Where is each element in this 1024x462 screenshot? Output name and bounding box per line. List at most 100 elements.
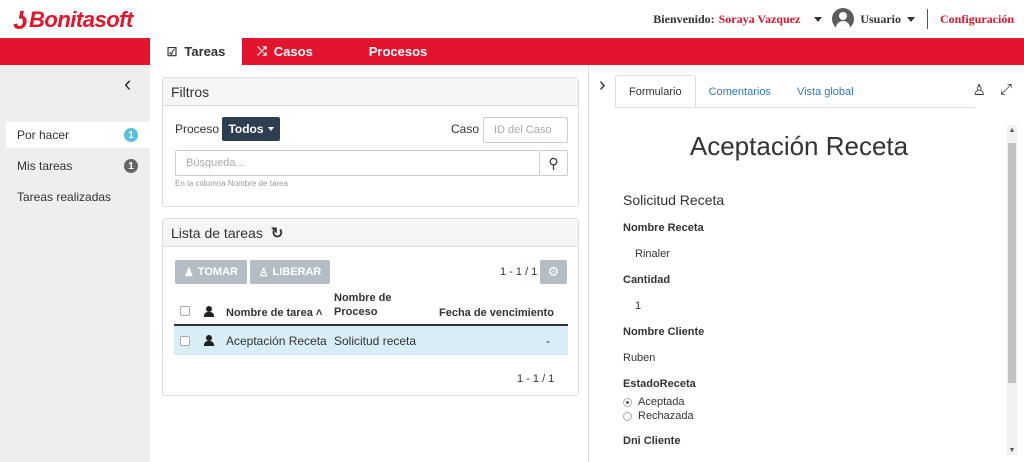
process-label: Proceso: [175, 122, 220, 136]
tab-vista-global[interactable]: Vista global: [784, 75, 867, 108]
scrollbar-thumb[interactable]: [1008, 143, 1016, 383]
profile-selector[interactable]: Usuario: [860, 12, 901, 27]
release-button-label: LIBERAR: [272, 266, 322, 278]
filters-title: Filtros: [171, 83, 210, 100]
radio-label-rechazada: Rechazada: [638, 410, 694, 422]
field-label-cantidad: Cantidad: [623, 274, 671, 286]
radio-label-aceptada: Aceptada: [638, 396, 685, 408]
task-list-panel: Lista de tareas ↻ ♟ TOMAR ♙ LIBERAR 1 - …: [162, 218, 579, 396]
detail-tabs: Formulario Comentarios Vista global: [615, 75, 867, 108]
sidebar-item-tareas-realizadas[interactable]: Tareas realizadas: [6, 184, 150, 210]
column-header-label: Nombre de tarea: [226, 307, 313, 319]
search-button[interactable]: ⚲: [540, 150, 568, 176]
case-label: Caso: [451, 122, 480, 136]
sidebar-item-por-hacer[interactable]: Por hacer 1: [6, 122, 150, 148]
row-checkbox[interactable]: [180, 336, 190, 346]
assignee-column-user-icon: [204, 306, 214, 317]
fullscreen-icon[interactable]: ⤢: [1000, 81, 1012, 99]
header-divider: [926, 9, 928, 29]
user-outline-icon: ♙: [258, 266, 269, 279]
task-detail-panel: › Formulario Comentarios Vista global ♙ …: [588, 65, 1024, 462]
release-button[interactable]: ♙ LIBERAR: [250, 260, 330, 284]
sidebar-item-mis-tareas[interactable]: Mis tareas 1: [6, 153, 150, 179]
sort-ascending-icon: ˄: [315, 307, 323, 319]
scroll-up-icon[interactable]: ▲: [1007, 125, 1017, 135]
shuffle-icon: ⤮: [257, 44, 267, 58]
form-scrollbar[interactable]: ▲ ▼: [1007, 125, 1017, 455]
field-label-nombre-cliente: Nombre Cliente: [623, 326, 705, 338]
user-outline-icon[interactable]: ♙: [973, 81, 986, 99]
username-link[interactable]: Soraya Vazquez: [719, 12, 801, 27]
tab-formulario[interactable]: Formulario: [615, 75, 696, 108]
field-label-dni-cliente: Dni Cliente: [623, 435, 681, 447]
detail-actions: ♙ ⤢: [973, 81, 1012, 99]
welcome-label: Bienvenido:: [653, 11, 715, 26]
select-all-checkbox[interactable]: [180, 306, 190, 316]
brand-name: Bonitasoft: [29, 7, 133, 32]
avatar-icon[interactable]: [832, 8, 855, 30]
collapse-sidebar-chevron-left-icon[interactable]: ‹: [124, 73, 131, 95]
task-list-title: Lista de tareas: [171, 224, 263, 241]
configuration-link[interactable]: Configuración: [940, 12, 1014, 27]
field-value-nombre-cliente: Ruben: [623, 352, 656, 364]
case-id-input[interactable]: ID del Caso: [483, 117, 568, 143]
tabs-divider: [615, 107, 975, 108]
due-date-cell: -: [546, 334, 550, 348]
tab-casos[interactable]: ⤮ Casos: [244, 38, 326, 65]
gear-icon: ⚙: [547, 264, 560, 279]
table-row[interactable]: Aceptación Receta Solicitud receta -: [174, 326, 568, 355]
top-header: ʖ Bonitasoft Bienvenido: Soraya Vazquez …: [0, 0, 1024, 38]
column-header-due-date[interactable]: Fecha de vencimiento: [439, 306, 554, 320]
radio-aceptada[interactable]: [623, 398, 632, 407]
tab-tareas-label: Tareas: [184, 44, 226, 59]
take-button[interactable]: ♟ TOMAR: [175, 260, 247, 284]
refresh-icon[interactable]: ↻: [271, 224, 284, 242]
search-help-text: En la columna Nombre de tarea: [175, 179, 288, 188]
field-value-nombre-receta: Rinaler: [635, 248, 670, 260]
expand-chevron-right-icon[interactable]: ›: [599, 75, 606, 95]
column-header-task-name[interactable]: Nombre de tarea ˄: [226, 306, 322, 320]
tab-procesos-label: Procesos: [368, 44, 428, 59]
bonitasoft-logo-icon: ʖ: [14, 5, 28, 35]
count-badge: 1: [124, 159, 138, 173]
field-label-nombre-receta: Nombre Receta: [623, 222, 704, 234]
process-dropdown-value: Todos: [228, 122, 264, 136]
bonitasoft-logo[interactable]: ʖ Bonitasoft: [14, 6, 133, 34]
pager-top: 1 - 1 / 1: [500, 266, 538, 278]
user-menu-chevron-down-icon[interactable]: [814, 16, 823, 22]
field-value-cantidad: 1: [635, 300, 642, 312]
user-icon: ♟: [183, 266, 194, 279]
scroll-down-icon[interactable]: ▼: [1007, 445, 1017, 455]
filters-panel: Filtros Proceso Todos Caso ID del Caso B…: [162, 77, 579, 207]
assigned-user-icon: [204, 335, 214, 346]
checkbox-icon: ☑: [166, 44, 178, 59]
process-dropdown[interactable]: Todos: [222, 117, 280, 141]
filters-heading: Filtros: [163, 78, 578, 106]
tab-comentarios[interactable]: Comentarios: [696, 75, 784, 108]
task-list-heading: Lista de tareas ↻: [163, 219, 578, 247]
task-name-cell[interactable]: Aceptación Receta: [226, 334, 327, 348]
profile-chevron-down-icon[interactable]: [906, 16, 915, 22]
main-nav: ☑ Tareas ⤮ Casos Procesos: [0, 38, 1024, 65]
form-title: Aceptación Receta: [689, 131, 909, 161]
pager-bottom: 1 - 1 / 1: [517, 373, 555, 385]
task-form: Aceptación Receta Solicitud Receta Nombr…: [589, 109, 1007, 462]
user-area: Bienvenido: Soraya Vazquez Usuario Confi…: [653, 7, 1014, 31]
form-section-title: Solicitud Receta: [623, 192, 725, 208]
sidebar: ‹ Por hacer 1 Mis tareas 1 Tareas realiz…: [0, 65, 150, 462]
take-button-label: TOMAR: [197, 266, 238, 278]
sidebar-item-label: Tareas realizadas: [17, 190, 112, 204]
search-input[interactable]: Búsqueda...: [175, 150, 540, 176]
radio-rechazada[interactable]: [623, 412, 632, 421]
search-icon: ⚲: [548, 154, 559, 171]
task-list-column: Filtros Proceso Todos Caso ID del Caso B…: [150, 65, 588, 462]
chevron-down-icon: [267, 127, 274, 131]
sidebar-item-label: Mis tareas: [17, 159, 73, 173]
field-label-estado-receta: EstadoReceta: [623, 378, 696, 390]
table-settings-button[interactable]: ⚙: [540, 260, 567, 284]
tab-casos-label: Casos: [273, 44, 313, 59]
tab-tareas[interactable]: ☑ Tareas: [150, 38, 242, 65]
tab-procesos[interactable]: Procesos: [358, 38, 438, 65]
process-name-cell: Solicitud receta: [334, 334, 417, 348]
column-header-process-name[interactable]: Nombre de Proceso: [334, 291, 414, 319]
